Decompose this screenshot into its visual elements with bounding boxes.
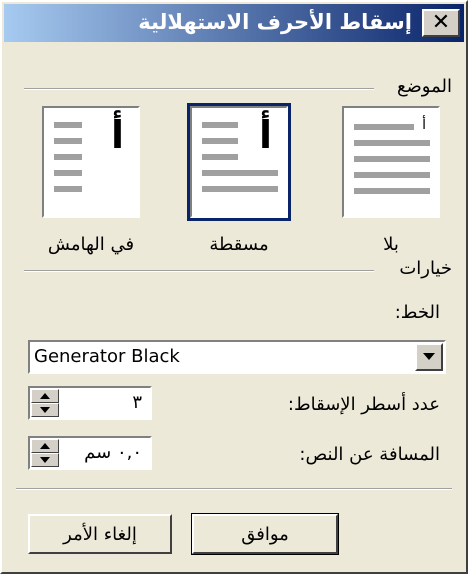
ok-button-label: موافق (241, 523, 289, 545)
position-group-line (24, 88, 374, 90)
spin-down-button[interactable] (31, 403, 59, 417)
spin-up-button[interactable] (31, 389, 59, 403)
distance-from-text-value: ٠,٠ سم (84, 442, 142, 463)
cancel-button-label: إلغاء الأمر (63, 523, 137, 545)
title-bar[interactable]: إسقاط الأحرف الاستهلالية ✕ (4, 4, 464, 42)
text-line (354, 140, 430, 146)
font-label: الخط: (394, 302, 440, 323)
text-line (54, 154, 82, 160)
position-option-none-label[interactable]: بلا (342, 234, 440, 255)
text-line (54, 170, 82, 176)
position-option-in-margin[interactable]: أ (42, 106, 140, 218)
text-line (354, 172, 430, 178)
distance-spin-buttons (31, 439, 59, 467)
font-select[interactable]: Generator Black (28, 340, 446, 374)
font-select-dropdown-button[interactable] (415, 343, 443, 371)
text-line (354, 124, 414, 130)
drop-cap-glyph: أ (422, 117, 426, 133)
text-line (54, 138, 82, 144)
lines-to-drop-value: ٣ (132, 392, 142, 413)
font-select-value: Generator Black (34, 346, 180, 367)
close-icon: ✕ (431, 10, 451, 35)
position-option-none[interactable]: أ (342, 106, 440, 218)
text-line (54, 186, 82, 192)
cancel-button[interactable]: إلغاء الأمر (28, 514, 172, 554)
position-option-dropped-label[interactable]: مسقطة (190, 234, 288, 255)
text-line (202, 186, 278, 192)
dialog-title: إسقاط الأحرف الاستهلالية (138, 10, 412, 34)
lines-to-drop-spinner[interactable]: ٣ (28, 386, 152, 420)
text-line (202, 170, 278, 176)
lines-to-drop-label: عدد أسطر الإسقاط: (287, 394, 440, 415)
drop-cap-glyph: أ (258, 113, 272, 157)
text-line (202, 122, 238, 128)
arrow-down-icon (40, 457, 50, 463)
arrow-up-icon (40, 443, 50, 449)
position-group-label: الموضع (390, 76, 458, 97)
separator-line (16, 488, 452, 490)
lines-to-drop-spin-buttons (31, 389, 59, 417)
distance-from-text-label: المسافة عن النص: (299, 444, 440, 465)
text-line (354, 188, 430, 194)
position-option-in-margin-label[interactable]: في الهامش (16, 234, 166, 255)
options-group-label: خيارات (393, 258, 458, 279)
text-line (54, 122, 82, 128)
drop-cap-glyph: أ (110, 113, 124, 157)
distance-from-text-spinner[interactable]: ٠,٠ سم (28, 436, 152, 470)
options-group-line (24, 270, 374, 272)
text-line (202, 138, 238, 144)
position-option-dropped[interactable]: أ (187, 103, 291, 221)
text-line (202, 154, 238, 160)
drop-cap-dialog: إسقاط الأحرف الاستهلالية ✕ الموضع أ بلا … (0, 0, 468, 574)
close-button[interactable]: ✕ (422, 9, 460, 37)
text-line (354, 156, 430, 162)
chevron-down-icon (423, 353, 435, 360)
spin-up-button[interactable] (31, 439, 59, 453)
arrow-down-icon (40, 407, 50, 413)
spin-down-button[interactable] (31, 453, 59, 467)
ok-button[interactable]: موافق (191, 513, 339, 555)
arrow-up-icon (40, 393, 50, 399)
